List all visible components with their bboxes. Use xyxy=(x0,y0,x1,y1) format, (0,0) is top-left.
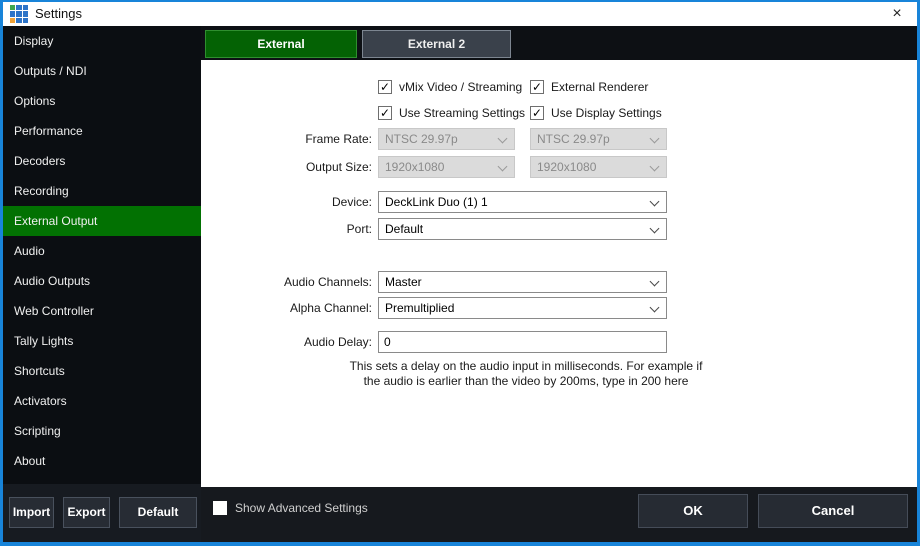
port-value: Default xyxy=(385,222,423,236)
vmix-video-streaming-checkbox[interactable]: ✓ xyxy=(378,80,392,94)
audio-channels-value: Master xyxy=(385,275,422,289)
checkmark-icon: ✓ xyxy=(380,106,390,120)
sidebar-item-options[interactable]: Options xyxy=(3,86,201,116)
sidebar-item-performance[interactable]: Performance xyxy=(3,116,201,146)
sidebar-item-display[interactable]: Display xyxy=(3,26,201,56)
device-label: Device: xyxy=(201,191,372,213)
port-label: Port: xyxy=(201,218,372,240)
output-size-select-2[interactable]: 1920x1080 xyxy=(530,156,667,178)
sidebar-item-audio[interactable]: Audio xyxy=(3,236,201,266)
cancel-button[interactable]: Cancel xyxy=(758,494,908,528)
show-advanced-settings-checkbox[interactable] xyxy=(213,501,227,515)
output-size-value-2: 1920x1080 xyxy=(537,160,596,174)
alpha-channel-select[interactable]: Premultiplied xyxy=(378,297,667,319)
tab-strip: External External 2 xyxy=(201,26,917,60)
checkmark-icon: ✓ xyxy=(532,80,542,94)
ok-button[interactable]: OK xyxy=(638,494,748,528)
chevron-down-icon xyxy=(650,134,660,144)
external-output-panel: ✓ vMix Video / Streaming ✓ External Rend… xyxy=(201,60,917,487)
use-streaming-settings-label: Use Streaming Settings xyxy=(399,106,525,120)
default-button[interactable]: Default xyxy=(119,497,197,528)
vmix-logo-icon xyxy=(10,5,28,23)
sidebar-item-about[interactable]: About xyxy=(3,446,201,476)
settings-window: Settings × Display Outputs / NDI Options… xyxy=(0,0,920,546)
alpha-channel-value: Premultiplied xyxy=(385,301,454,315)
device-select[interactable]: DeckLink Duo (1) 1 xyxy=(378,191,667,213)
audio-delay-label: Audio Delay: xyxy=(201,331,372,353)
sidebar-item-decoders[interactable]: Decoders xyxy=(3,146,201,176)
alpha-channel-label: Alpha Channel: xyxy=(201,297,372,319)
settings-sidebar: Display Outputs / NDI Options Performanc… xyxy=(3,26,201,484)
frame-rate-label: Frame Rate: xyxy=(201,128,372,150)
chevron-down-icon xyxy=(650,197,660,207)
title-bar: Settings × xyxy=(3,2,917,26)
output-size-value-1: 1920x1080 xyxy=(385,160,444,174)
help-line-2: the audio is earlier than the video by 2… xyxy=(326,374,726,389)
audio-channels-select[interactable]: Master xyxy=(378,271,667,293)
port-select[interactable]: Default xyxy=(378,218,667,240)
use-display-settings-label: Use Display Settings xyxy=(551,106,662,120)
help-line-1: This sets a delay on the audio input in … xyxy=(326,359,726,374)
audio-delay-input[interactable] xyxy=(378,331,667,353)
output-size-label: Output Size: xyxy=(201,156,372,178)
sidebar-item-external-output[interactable]: External Output xyxy=(3,206,201,236)
sidebar-item-outputs-ndi[interactable]: Outputs / NDI xyxy=(3,56,201,86)
audio-channels-label: Audio Channels: xyxy=(201,271,372,293)
frame-rate-value-2: NTSC 29.97p xyxy=(537,132,610,146)
frame-rate-select-2[interactable]: NTSC 29.97p xyxy=(530,128,667,150)
output-size-select-1[interactable]: 1920x1080 xyxy=(378,156,515,178)
sidebar-item-tally-lights[interactable]: Tally Lights xyxy=(3,326,201,356)
frame-rate-select-1[interactable]: NTSC 29.97p xyxy=(378,128,515,150)
chevron-down-icon xyxy=(650,303,660,313)
export-button[interactable]: Export xyxy=(63,497,110,528)
bottom-bar: Show Advanced Settings OK Cancel xyxy=(201,487,917,542)
chevron-down-icon xyxy=(650,277,660,287)
audio-delay-help-text: This sets a delay on the audio input in … xyxy=(326,359,726,389)
vmix-video-streaming-label: vMix Video / Streaming xyxy=(399,80,522,94)
window-title: Settings xyxy=(35,6,82,21)
chevron-down-icon xyxy=(498,134,508,144)
show-advanced-settings-label: Show Advanced Settings xyxy=(235,501,368,515)
sidebar-item-audio-outputs[interactable]: Audio Outputs xyxy=(3,266,201,296)
close-icon[interactable]: × xyxy=(886,4,908,24)
frame-rate-value-1: NTSC 29.97p xyxy=(385,132,458,146)
tab-external[interactable]: External xyxy=(205,30,357,58)
external-renderer-checkbox[interactable]: ✓ xyxy=(530,80,544,94)
sidebar-item-recording[interactable]: Recording xyxy=(3,176,201,206)
sidebar-item-shortcuts[interactable]: Shortcuts xyxy=(3,356,201,386)
chevron-down-icon xyxy=(650,224,660,234)
sidebar-item-activators[interactable]: Activators xyxy=(3,386,201,416)
external-renderer-label: External Renderer xyxy=(551,80,648,94)
device-value: DeckLink Duo (1) 1 xyxy=(385,195,488,209)
use-display-settings-checkbox[interactable]: ✓ xyxy=(530,106,544,120)
chevron-down-icon xyxy=(498,162,508,172)
checkmark-icon: ✓ xyxy=(532,106,542,120)
sidebar-footer: Import Export Default xyxy=(3,484,201,542)
sidebar-item-web-controller[interactable]: Web Controller xyxy=(3,296,201,326)
use-streaming-settings-checkbox[interactable]: ✓ xyxy=(378,106,392,120)
import-button[interactable]: Import xyxy=(9,497,54,528)
sidebar-item-scripting[interactable]: Scripting xyxy=(3,416,201,446)
chevron-down-icon xyxy=(650,162,660,172)
checkmark-icon: ✓ xyxy=(380,80,390,94)
tab-external-2[interactable]: External 2 xyxy=(362,30,511,58)
